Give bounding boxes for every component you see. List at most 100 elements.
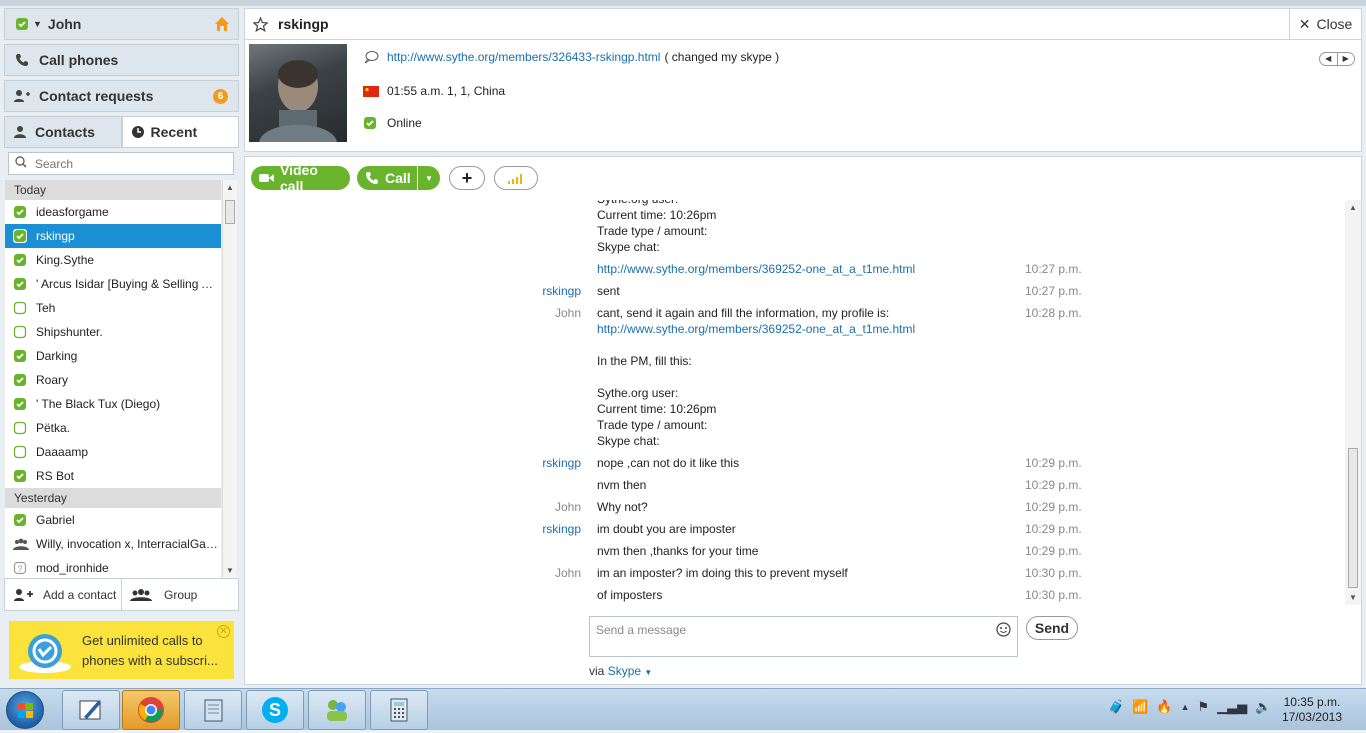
contact-list-item[interactable]: ' Arcus Isidar [Buying & Selling All 2..…	[5, 272, 221, 296]
search-input[interactable]	[35, 156, 215, 171]
scroll-down-arrow-icon[interactable]: ▼	[1349, 593, 1357, 602]
contact-list-item[interactable]: King.Sythe	[5, 248, 221, 272]
pen-tool-icon	[79, 700, 101, 720]
taskbar-app-messenger[interactable]	[308, 690, 366, 730]
message-line: http://www.sythe.org/members/369252-one_…	[597, 262, 915, 276]
contact-list-item[interactable]: RS Bot	[5, 464, 221, 488]
tab-contacts[interactable]: Contacts	[4, 116, 122, 148]
contact-list-item[interactable]: Roary	[5, 368, 221, 392]
taskbar-app-chrome[interactable]	[122, 690, 180, 730]
emoticon-icon[interactable]	[996, 622, 1011, 637]
contact-list-item[interactable]: Daaaamp	[5, 440, 221, 464]
star-icon[interactable]	[253, 16, 268, 32]
mood-message: http://www.sythe.org/members/326433-rski…	[363, 50, 779, 64]
contact-search[interactable]	[8, 152, 234, 175]
skype-icon: S	[262, 697, 288, 723]
scroll-up-arrow-icon[interactable]: ▲	[226, 183, 234, 192]
contact-list-item[interactable]: rskingp	[5, 224, 221, 248]
contact-name: Daaaamp	[36, 445, 89, 459]
contact-list-item[interactable]: Darking	[5, 344, 221, 368]
contact-list-item[interactable]: Willy, invocation x, InterracialGame...	[5, 532, 221, 556]
add-participant-button[interactable]: +	[449, 166, 485, 190]
video-call-button[interactable]: Video call	[251, 162, 350, 194]
contact-name: ideasforgame	[36, 205, 109, 219]
title-strip	[0, 0, 1366, 6]
contact-list-item[interactable]: Pёtka.	[5, 416, 221, 440]
message-line: nvm then	[597, 478, 647, 492]
contact-name: rskingp	[278, 16, 329, 32]
action-center-flag-icon[interactable]: ⚑	[1197, 699, 1209, 715]
call-phones-button[interactable]: Call phones	[4, 44, 239, 76]
close-icon[interactable]: ✕	[217, 625, 230, 638]
call-button[interactable]: Call	[357, 166, 417, 190]
taskbar-app-pen-tool[interactable]	[62, 690, 120, 730]
message-sender[interactable]: rskingp	[491, 456, 581, 470]
add-person-icon	[13, 87, 31, 105]
send-button[interactable]: Send	[1026, 616, 1078, 640]
chevron-left-icon[interactable]: ◀	[1320, 53, 1338, 65]
taskbar-app-calculator[interactable]	[370, 690, 428, 730]
tab-recent[interactable]: Recent	[121, 116, 239, 148]
message-line: In the PM, fill this:	[597, 354, 692, 368]
promo-banner[interactable]: Get unlimited calls to phones with a sub…	[9, 621, 234, 679]
taskbar-app-skype[interactable]: S	[246, 690, 304, 730]
contact-list-item[interactable]: Gabriel	[5, 508, 221, 532]
contact-list-item[interactable]: Shipshunter.	[5, 320, 221, 344]
home-icon[interactable]	[214, 16, 230, 35]
scroll-thumb[interactable]	[1348, 448, 1358, 588]
contact-list-item[interactable]: Teh	[5, 296, 221, 320]
tray-app-icon[interactable]: 🧳	[1108, 699, 1124, 715]
conversation-header: rskingp ✕ Close	[244, 8, 1362, 40]
message-link[interactable]: http://www.sythe.org/members/369252-one_…	[597, 322, 915, 336]
add-contact-button[interactable]: Add a contact	[5, 579, 122, 610]
contact-list-item[interactable]: ? mod_ironhide	[5, 556, 221, 578]
show-hidden-icons-icon[interactable]: ▲	[1181, 702, 1190, 715]
chat-history: Sythe.org user: Current time: 10:26pm Trad…	[244, 200, 1362, 605]
contact-name: Willy, invocation x, InterracialGame...	[36, 537, 221, 551]
tray-flame-icon[interactable]: 🔥	[1156, 699, 1172, 715]
contact-name: Gabriel	[36, 513, 75, 527]
svg-text:S: S	[269, 700, 281, 720]
message-sender[interactable]: rskingp	[491, 522, 581, 536]
speech-bubble-icon	[363, 50, 379, 64]
chat-scrollbar[interactable]: ▲ ▼	[1345, 200, 1361, 605]
signal-bars-icon[interactable]: ▁▃▅	[1217, 699, 1247, 715]
mood-link[interactable]: http://www.sythe.org/members/326433-rski…	[387, 50, 660, 64]
contact-list-item[interactable]: ' The Black Tux (Diego)	[5, 392, 221, 416]
group-button[interactable]: Group	[122, 579, 238, 610]
start-button[interactable]	[6, 691, 44, 729]
contact-requests-button[interactable]: Contact requests 6	[4, 80, 239, 112]
unknown-status-icon: ?	[13, 561, 27, 575]
message-sender: John	[554, 306, 581, 320]
scroll-down-arrow-icon[interactable]: ▼	[226, 566, 234, 575]
avatar[interactable]	[249, 44, 347, 142]
local-time-text: 01:55 a.m. 1, 1, China	[387, 84, 506, 98]
windows-logo-icon	[18, 703, 33, 718]
message-sender[interactable]: rskingp	[491, 284, 581, 298]
call-quality-button[interactable]	[494, 166, 538, 190]
contact-name: Shipshunter.	[36, 325, 103, 339]
messenger-icon	[327, 700, 347, 721]
contact-profile: http://www.sythe.org/members/326433-rski…	[244, 40, 1362, 152]
taskbar-app-notepad[interactable]	[184, 690, 242, 730]
scroll-thumb[interactable]	[225, 200, 235, 224]
offline-status-icon	[13, 301, 27, 315]
requests-count-badge: 6	[213, 89, 228, 104]
taskbar-clock[interactable]: 10:35 p.m. 17/03/2013	[1282, 695, 1342, 725]
contact-list-item[interactable]: ideasforgame	[5, 200, 221, 224]
user-profile-button[interactable]: ▼ John	[4, 8, 239, 40]
volume-icon[interactable]: 🔈	[1255, 699, 1271, 715]
call-options-dropdown[interactable]: ▼	[418, 166, 440, 190]
chevron-right-icon[interactable]: ▶	[1338, 53, 1355, 65]
user-name: John	[47, 16, 82, 32]
via-service-selector[interactable]: Skype ▼	[608, 664, 653, 678]
chevron-down-icon: ▼	[33, 19, 42, 29]
message-timestamp: 10:27 p.m.	[1025, 284, 1082, 298]
message-input[interactable]: Send a message	[589, 616, 1018, 657]
contact-list-scrollbar[interactable]: ▲ ▼	[222, 180, 237, 578]
close-conversation-button[interactable]: ✕ Close	[1289, 9, 1361, 39]
network-wireless-icon[interactable]: 📶	[1132, 699, 1148, 715]
message-link[interactable]: http://www.sythe.org/members/369252-one_…	[597, 262, 915, 276]
scroll-up-arrow-icon[interactable]: ▲	[1349, 203, 1357, 212]
message-line: Trade type / amount:	[597, 418, 708, 432]
